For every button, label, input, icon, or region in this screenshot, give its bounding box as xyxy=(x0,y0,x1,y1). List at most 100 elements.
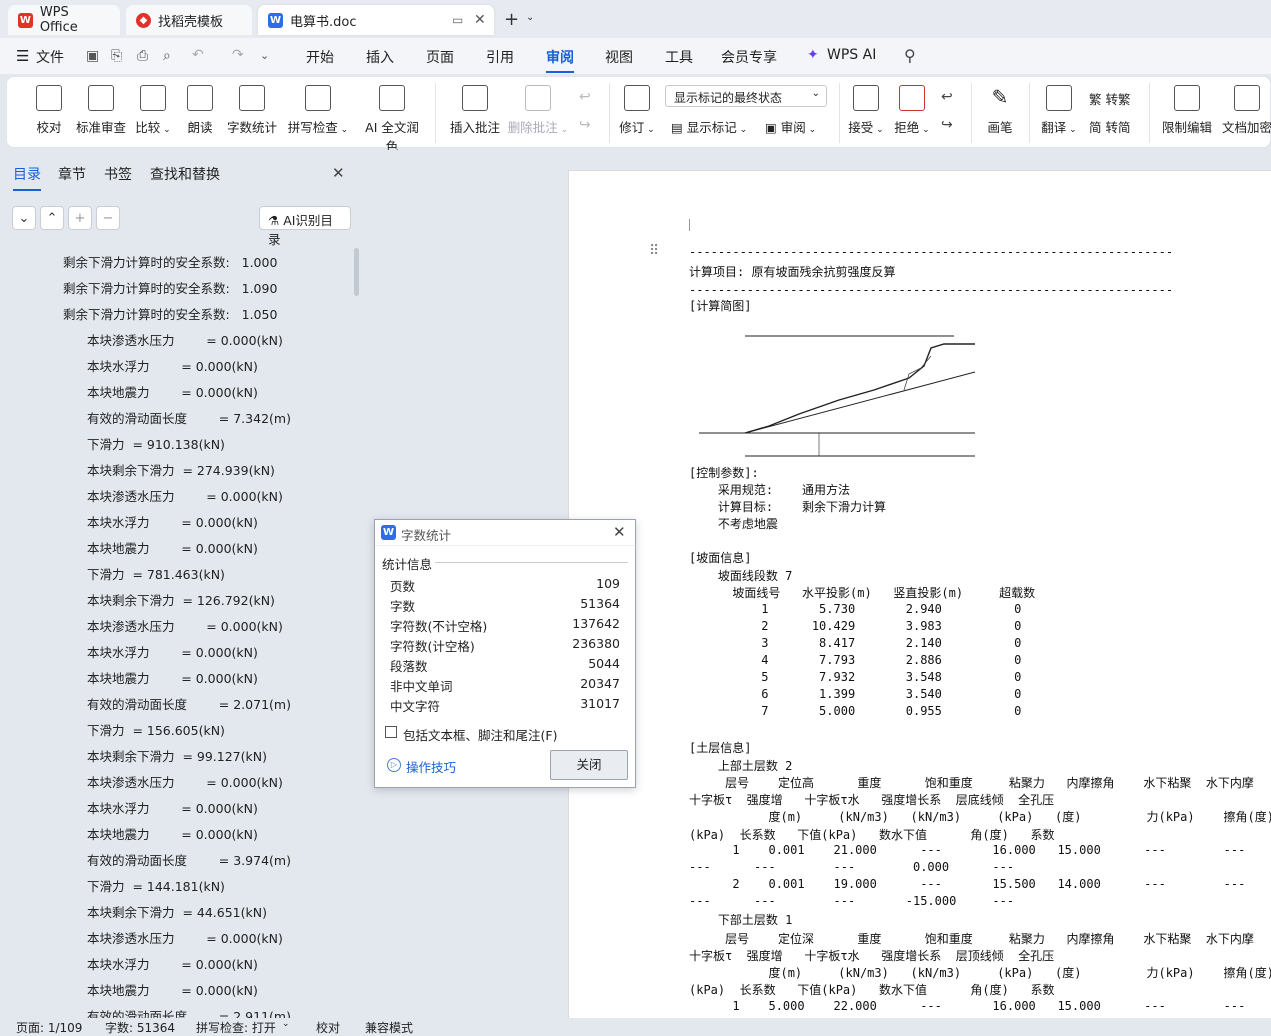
search-icon[interactable]: ⚲ xyxy=(904,46,916,65)
prev-comment-icon[interactable]: ↩ xyxy=(579,89,591,105)
toc-item[interactable]: 有效的滑动面长度 = 3.974(m) xyxy=(87,850,291,869)
revise-button[interactable]: 修订 ⌄ xyxy=(617,83,657,136)
menu-view[interactable]: 视图 xyxy=(605,47,633,67)
reject-button[interactable]: 拒绝 ⌄ xyxy=(893,83,931,136)
markup-mode-select[interactable]: 显示标记的最终状态 ⌄ xyxy=(665,85,827,107)
close-dialog-icon[interactable]: ✕ xyxy=(613,523,626,541)
expand-chevron-icon[interactable]: ⌃ xyxy=(40,206,64,230)
menu-tools[interactable]: 工具 xyxy=(665,47,693,67)
spell-check-indicator[interactable]: 拼写检查: 打开 xyxy=(196,1019,276,1036)
add-heading-icon[interactable]: + xyxy=(68,206,92,230)
new-tab-icon[interactable]: + xyxy=(504,9,519,30)
translate-button[interactable]: 翻译 ⌄ xyxy=(1039,83,1079,136)
tab-bookmarks[interactable]: 书签 xyxy=(104,164,132,184)
toc-item[interactable]: 本块剩余下滑力 = 126.792(kN) xyxy=(87,590,275,609)
tips-link[interactable]: 操作技巧 xyxy=(406,757,456,776)
menu-review[interactable]: 审阅 xyxy=(546,47,574,73)
to-traditional-button[interactable]: 繁 转繁 xyxy=(1089,89,1131,108)
toc-item[interactable]: 本块渗透水压力 = 0.000(kN) xyxy=(87,330,283,349)
ai-polish-button[interactable]: AI 全文润色 xyxy=(359,83,425,155)
toc-item[interactable]: 本块地震力 = 0.000(kN) xyxy=(87,668,258,687)
include-textbox-checkbox[interactable] xyxy=(385,726,397,738)
menu-membership[interactable]: 会员专享 xyxy=(721,47,777,67)
toc-item[interactable]: 剩余下滑力计算时的安全系数: 1.050 xyxy=(63,304,277,323)
prev-change-icon[interactable]: ↩ xyxy=(941,89,953,105)
print-preview-icon[interactable]: ⌕ xyxy=(163,48,171,64)
collapse-chevron-icon[interactable]: ⌄ xyxy=(12,206,36,230)
toc-item[interactable]: 本块剩余下滑力 = 99.127(kN) xyxy=(87,746,267,765)
hamburger-icon[interactable]: ☰ xyxy=(16,47,29,65)
toc-item[interactable]: 本块渗透水压力 = 0.000(kN) xyxy=(87,772,283,791)
read-aloud-button[interactable]: 朗读 xyxy=(183,83,217,136)
toc-item[interactable]: 剩余下滑力计算时的安全系数: 1.000 xyxy=(63,252,277,271)
spell-check-button[interactable]: 拼写检查 ⌄ xyxy=(287,83,349,136)
menu-insert[interactable]: 插入 xyxy=(366,47,394,67)
tab-template[interactable]: ◆ 找稻壳模板 xyxy=(126,5,252,35)
drag-handle-icon[interactable]: ⠿ xyxy=(649,243,659,259)
save-icon[interactable]: ▣ xyxy=(86,48,99,64)
word-count-button[interactable]: 字数统计 xyxy=(227,83,277,136)
toc-item[interactable]: 本块水浮力 = 0.000(kN) xyxy=(87,356,258,375)
menu-wps-ai[interactable]: WPS AI xyxy=(827,47,876,63)
screen-icon[interactable]: ▭ xyxy=(452,13,463,27)
next-comment-icon[interactable]: ↪ xyxy=(579,117,591,133)
ai-toc-button[interactable]: ⚗ AI识别目录 xyxy=(259,206,351,247)
scrollbar-thumb[interactable] xyxy=(354,248,359,296)
doc-encrypt-button[interactable]: 文档加密 xyxy=(1219,83,1271,136)
menu-file[interactable]: 文件 xyxy=(36,47,64,67)
toc-item[interactable]: 本块地震力 = 0.000(kN) xyxy=(87,538,258,557)
toc-item[interactable]: 本块水浮力 = 0.000(kN) xyxy=(87,954,258,973)
toc-item[interactable]: 本块剩余下滑力 = 44.651(kN) xyxy=(87,902,267,921)
toc-item[interactable]: 有效的滑动面长度 = 7.342(m) xyxy=(87,408,291,427)
tab-list-chevron-icon[interactable]: ⌄ xyxy=(526,12,534,23)
standard-review-button[interactable]: 标准审查 xyxy=(73,83,129,136)
redo-icon[interactable]: ↷ xyxy=(232,47,244,63)
toc-item[interactable]: 本块渗透水压力 = 0.000(kN) xyxy=(87,616,283,635)
word-count-indicator[interactable]: 字数: 51364 xyxy=(105,1019,175,1036)
delete-comment-button[interactable]: 删除批注 ⌄ xyxy=(507,83,569,136)
page-indicator[interactable]: 页面: 1/109 xyxy=(16,1019,82,1036)
toc-item[interactable]: 本块地震力 = 0.000(kN) xyxy=(87,824,258,843)
accept-button[interactable]: 接受 ⌄ xyxy=(847,83,885,136)
menu-page[interactable]: 页面 xyxy=(426,47,454,67)
brush-button[interactable]: ✎ 画笔 xyxy=(983,83,1017,136)
menu-reference[interactable]: 引用 xyxy=(486,47,514,67)
close-tab-icon[interactable]: ✕ xyxy=(474,12,486,28)
tab-wps-office[interactable]: W WPS Office xyxy=(8,5,120,35)
toc-item[interactable]: 本块水浮力 = 0.000(kN) xyxy=(87,642,258,661)
export-icon[interactable]: ⎘ xyxy=(111,48,122,64)
undo-icon[interactable]: ↶ xyxy=(192,47,204,63)
toc-item[interactable]: 本块渗透水压力 = 0.000(kN) xyxy=(87,486,283,505)
tab-chapters[interactable]: 章节 xyxy=(58,164,86,184)
toc-item[interactable]: 本块地震力 = 0.000(kN) xyxy=(87,382,258,401)
proofread-button[interactable]: 校对 xyxy=(29,83,69,136)
to-simplified-button[interactable]: 简 转简 xyxy=(1089,117,1131,136)
toc-item[interactable]: 本块地震力 = 0.000(kN) xyxy=(87,980,258,999)
more-chevron-icon[interactable]: ⌄ xyxy=(260,49,269,62)
toc-item[interactable]: 本块剩余下滑力 = 274.939(kN) xyxy=(87,460,275,479)
close-pane-icon[interactable]: ✕ xyxy=(332,164,345,182)
toc-item[interactable]: 本块水浮力 = 0.000(kN) xyxy=(87,798,258,817)
menu-start[interactable]: 开始 xyxy=(306,47,334,67)
toc-item[interactable]: 有效的滑动面长度 = 2.071(m) xyxy=(87,694,291,713)
toc-item[interactable]: 本块渗透水压力 = 0.000(kN) xyxy=(87,928,283,947)
compare-button[interactable]: 比较 ⌄ xyxy=(133,83,173,136)
tab-toc[interactable]: 目录 xyxy=(13,164,41,191)
toc-item[interactable]: 下滑力 = 910.138(kN) xyxy=(87,434,225,453)
tab-document[interactable]: W 电算书.doc ▭ ✕ xyxy=(258,5,494,35)
toc-item[interactable]: 剩余下滑力计算时的安全系数: 1.090 xyxy=(63,278,277,297)
restrict-edit-button[interactable]: 限制编辑 xyxy=(1159,83,1215,136)
tab-find-replace[interactable]: 查找和替换 xyxy=(150,164,220,184)
close-button[interactable]: 关闭 xyxy=(550,750,628,780)
toc-item[interactable]: 下滑力 = 156.605(kN) xyxy=(87,720,225,739)
print-icon[interactable]: ⎙ xyxy=(137,48,148,64)
next-change-icon[interactable]: ↪ xyxy=(941,117,953,133)
toc-item[interactable]: 下滑力 = 144.181(kN) xyxy=(87,876,225,895)
review-pane-button[interactable]: ▣ 审阅 ⌄ xyxy=(765,117,816,136)
insert-comment-button[interactable]: 插入批注 xyxy=(447,83,503,136)
toc-item[interactable]: 下滑力 = 781.463(kN) xyxy=(87,564,225,583)
toc-item[interactable]: 本块水浮力 = 0.000(kN) xyxy=(87,512,258,531)
proofread-indicator[interactable]: 校对 xyxy=(316,1019,340,1036)
remove-heading-icon[interactable]: − xyxy=(96,206,120,230)
show-markup-button[interactable]: ▤ 显示标记 ⌄ xyxy=(671,117,747,136)
